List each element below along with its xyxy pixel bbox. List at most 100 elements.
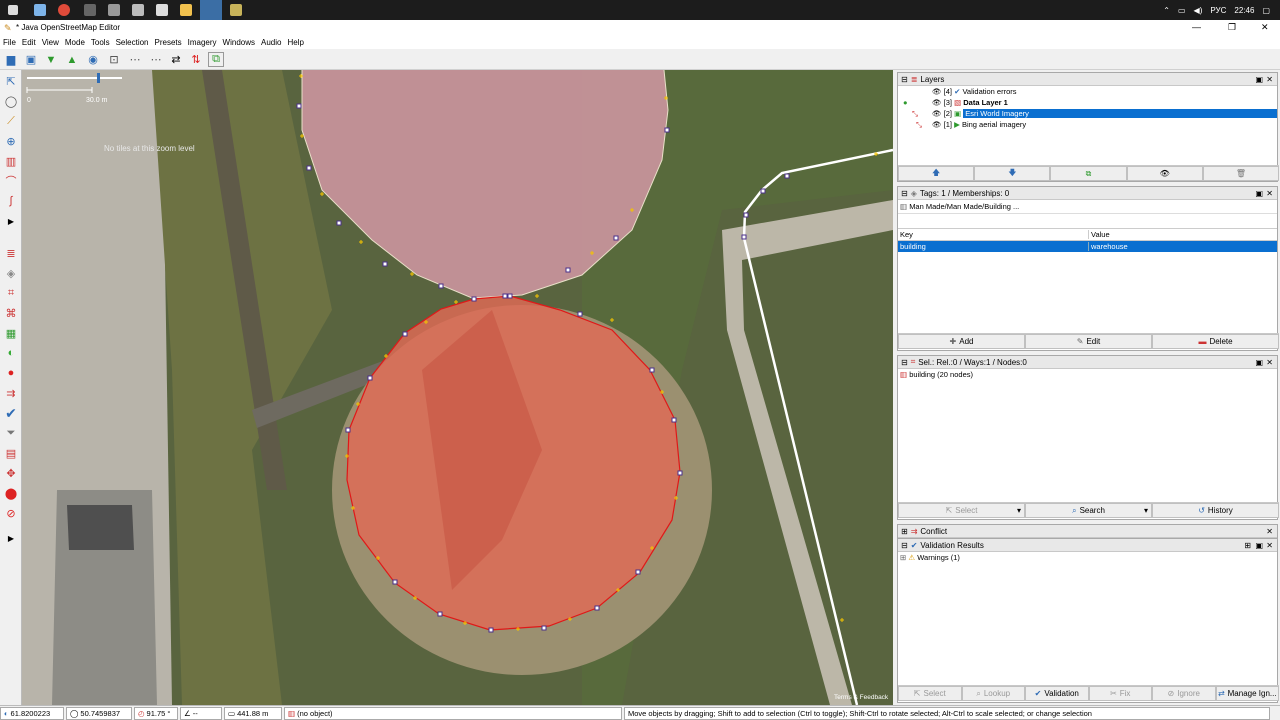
node[interactable] xyxy=(784,173,790,179)
dropdown-arrow-icon[interactable]: ▾ xyxy=(1144,506,1148,515)
improve-way-icon[interactable]: ⌒ xyxy=(3,173,19,189)
selection-list-toggle-icon[interactable]: ⌗ xyxy=(3,285,19,301)
lasso-mode-icon[interactable]: ◯ xyxy=(3,93,19,109)
network-icon[interactable]: ▭ xyxy=(1178,6,1186,15)
menu-imagery[interactable]: Imagery xyxy=(188,38,217,47)
detach-icon[interactable]: ▣ xyxy=(1255,358,1263,367)
tags-toggle-icon[interactable]: ◈ xyxy=(3,265,19,281)
select-button[interactable]: ⇱ Select ▾ xyxy=(898,503,1025,518)
scale-slider-thumb[interactable] xyxy=(97,73,100,83)
taskbar-app-icon[interactable] xyxy=(34,4,46,16)
visibility-eye-icon[interactable]: 👁 xyxy=(932,109,942,118)
node[interactable] xyxy=(743,212,749,218)
collapse-icon[interactable]: ⊟ xyxy=(901,189,908,198)
tree-expand-icon[interactable]: ⊞ xyxy=(900,553,906,562)
map-canvas[interactable] xyxy=(22,70,893,705)
history-icon[interactable]: ✥ xyxy=(3,465,19,481)
node[interactable] xyxy=(507,293,513,299)
node[interactable] xyxy=(677,470,683,476)
expand-all-icon[interactable]: ⊞ xyxy=(1244,541,1251,550)
node[interactable] xyxy=(471,296,477,302)
node[interactable] xyxy=(437,611,443,617)
taskbar-app-icon[interactable] xyxy=(132,4,144,16)
node[interactable] xyxy=(367,375,373,381)
parallel-way-icon[interactable]: ∫ xyxy=(3,193,19,209)
download-icon[interactable]: ▼ xyxy=(43,52,59,67)
menu-windows[interactable]: Windows xyxy=(223,38,255,47)
menu-mode[interactable]: Mode xyxy=(65,38,85,47)
scale-slider-track[interactable] xyxy=(27,77,122,79)
clock[interactable]: 22:46 xyxy=(1234,6,1254,15)
node[interactable] xyxy=(502,293,508,299)
move-down-icon[interactable]: 🡇 xyxy=(974,166,1051,181)
ignore-button[interactable]: ⊘ Ignore xyxy=(1152,686,1216,701)
close-button[interactable]: ✕ xyxy=(1261,22,1269,33)
filter-icon[interactable]: ⏷ xyxy=(3,425,19,441)
taskbar-app-icon[interactable] xyxy=(84,4,96,16)
minimap-icon[interactable]: ⊘ xyxy=(3,505,19,521)
map-paint-icon[interactable]: ▦ xyxy=(3,325,19,341)
josm-taskbar-icon[interactable] xyxy=(230,4,242,16)
lookup-button[interactable]: ⌕ Lookup xyxy=(961,686,1025,701)
node[interactable] xyxy=(664,127,670,133)
node[interactable] xyxy=(438,283,444,289)
node[interactable] xyxy=(345,427,351,433)
value-column-header[interactable]: Value xyxy=(1089,230,1110,239)
draw-mode-icon[interactable]: ⟋ xyxy=(3,113,19,129)
panel-close-icon[interactable]: ✕ xyxy=(1266,527,1273,536)
warnings-tree-item[interactable]: ⊞ ⚠ Warnings (1) xyxy=(898,552,1277,563)
detach-icon[interactable]: ▣ xyxy=(1255,75,1263,84)
menu-audio[interactable]: Audio xyxy=(261,38,281,47)
language-indicator[interactable]: РУС xyxy=(1210,6,1226,15)
merge-layers-icon[interactable]: ⧉ xyxy=(1050,166,1127,181)
add-tag-button[interactable]: ✚ Add xyxy=(898,334,1025,349)
taskbar-app-icon[interactable] xyxy=(156,4,168,16)
fix-button[interactable]: ✂ Fix xyxy=(1088,686,1152,701)
imagery-attribution[interactable]: Terms & Feedback xyxy=(834,694,888,701)
zoom-to-selection-icon[interactable]: ⊡ xyxy=(106,52,122,67)
file-explorer-icon[interactable] xyxy=(180,4,192,16)
zoom-icon[interactable]: ◉ xyxy=(85,52,101,67)
preset-label[interactable]: Man Made/Man Made/Building ... xyxy=(909,202,1019,211)
conflict-toggle-icon[interactable]: ⇉ xyxy=(3,385,19,401)
open-file-icon[interactable]: ▆ xyxy=(3,52,19,67)
notifications-icon[interactable]: ▢ xyxy=(1262,6,1270,15)
history-button[interactable]: ↺ History xyxy=(1152,503,1279,518)
show-hide-icon[interactable]: 👁 xyxy=(1126,166,1203,181)
reverse-way-icon[interactable]: ⇄ xyxy=(168,52,184,67)
align-icon[interactable]: ⇅ xyxy=(188,52,204,67)
menu-tools[interactable]: Tools xyxy=(91,38,110,47)
node[interactable] xyxy=(760,188,766,194)
panel-close-icon[interactable]: ✕ xyxy=(1266,75,1273,84)
visibility-eye-icon[interactable]: 👁 xyxy=(932,98,942,107)
search-button[interactable]: ⌕ Search ▾ xyxy=(1025,503,1152,518)
select-mode-icon[interactable]: ⇱ xyxy=(3,73,19,89)
collapse-icon[interactable]: ⊟ xyxy=(901,358,908,367)
node[interactable] xyxy=(336,220,342,226)
tag-value[interactable]: warehouse xyxy=(1089,242,1128,251)
windows-start-icon[interactable] xyxy=(8,5,18,15)
tag-key[interactable]: building xyxy=(900,242,1089,251)
chat-icon[interactable]: ◐ xyxy=(3,345,19,361)
layer-row[interactable]: 👁 [4] ✔ Validation errors xyxy=(898,86,1277,97)
delete-mode-icon[interactable]: ▥ xyxy=(3,153,19,169)
edit-tag-button[interactable]: ✎ Edit xyxy=(1025,334,1152,349)
telegram-icon[interactable] xyxy=(200,0,222,20)
node[interactable] xyxy=(594,605,600,611)
tray-chevron-icon[interactable]: ⌃ xyxy=(1163,6,1170,15)
key-column-header[interactable]: Key xyxy=(900,230,1089,239)
maximize-button[interactable]: ❐ xyxy=(1228,22,1236,33)
menu-edit[interactable]: Edit xyxy=(22,38,36,47)
menu-presets[interactable]: Presets xyxy=(155,38,182,47)
detach-icon[interactable]: ▣ xyxy=(1255,541,1263,550)
expand-icon[interactable]: ⊞ xyxy=(901,527,908,536)
more-dialogs-arrow-icon[interactable]: ▶ xyxy=(3,530,19,546)
conflict-header[interactable]: ⊞ ⇉ Conflict ✕ xyxy=(898,525,1277,538)
node[interactable] xyxy=(488,627,494,633)
visibility-eye-icon[interactable]: 👁 xyxy=(932,120,942,129)
node[interactable] xyxy=(565,267,571,273)
layer-row[interactable]: ● 👁 [3] ▧ Data Layer 1 xyxy=(898,97,1277,108)
notes-icon[interactable]: ⬤ xyxy=(3,485,19,501)
upload-icon[interactable]: ▲ xyxy=(64,52,80,67)
node[interactable] xyxy=(613,235,619,241)
